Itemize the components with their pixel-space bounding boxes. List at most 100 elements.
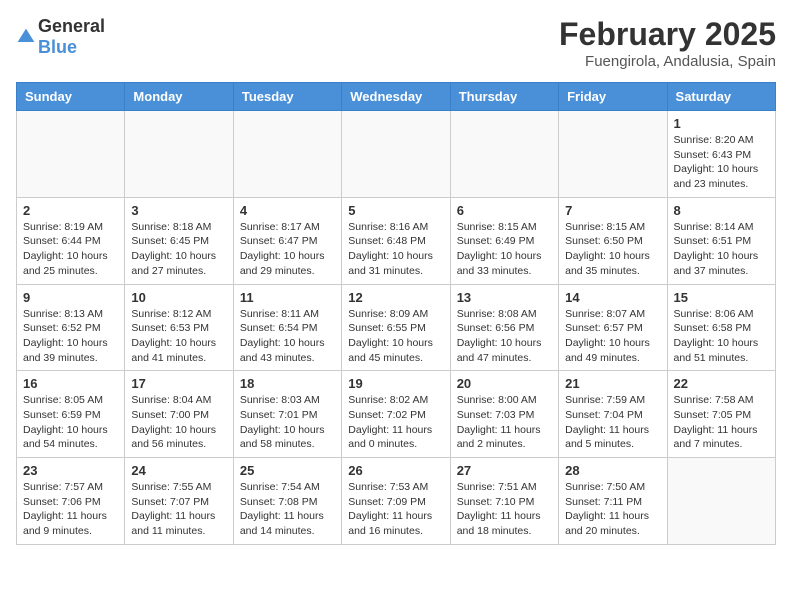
day-number: 8 (674, 203, 769, 218)
day-number: 3 (131, 203, 226, 218)
day-cell: 28 Sunrise: 7:50 AM Sunset: 7:11 PM Dayli… (559, 458, 667, 545)
day-info: Sunrise: 7:50 AM Sunset: 7:11 PM Dayligh… (565, 480, 660, 539)
day-info: Sunrise: 8:20 AM Sunset: 6:43 PM Dayligh… (674, 133, 769, 192)
day-cell: 16Sunrise: 8:05 AM Sunset: 6:59 PM Dayli… (17, 371, 125, 458)
day-number: 11 (240, 290, 335, 305)
day-cell: 11 Sunrise: 8:11 AM Sunset: 6:54 PM Dayli… (233, 284, 341, 371)
day-number: 25 (240, 463, 335, 478)
day-cell: 7Sunrise: 8:15 AM Sunset: 6:50 PM Daylig… (559, 197, 667, 284)
day-cell: 22Sunrise: 7:58 AM Sunset: 7:05 PM Dayli… (667, 371, 775, 458)
day-cell: 9 Sunrise: 8:13 AM Sunset: 6:52 PM Daylig… (17, 284, 125, 371)
day-info: Sunrise: 8:08 AM Sunset: 6:56 PM Dayligh… (457, 307, 552, 366)
day-cell: 23 Sunrise: 7:57 AM Sunset: 7:06 PM Dayli… (17, 458, 125, 545)
weekday-header-row: SundayMondayTuesdayWednesdayThursdayFrid… (17, 83, 776, 111)
weekday-header-monday: Monday (125, 83, 233, 111)
day-cell: 21 Sunrise: 7:59 AM Sunset: 7:04 PM Dayli… (559, 371, 667, 458)
day-cell: 25 Sunrise: 7:54 AM Sunset: 7:08 PM Dayli… (233, 458, 341, 545)
week-row-4: 16Sunrise: 8:05 AM Sunset: 6:59 PM Dayli… (17, 371, 776, 458)
day-number: 2 (23, 203, 118, 218)
weekday-header-saturday: Saturday (667, 83, 775, 111)
weekday-header-friday: Friday (559, 83, 667, 111)
day-info: Sunrise: 8:02 AM Sunset: 7:02 PM Dayligh… (348, 393, 443, 452)
day-cell: 27 Sunrise: 7:51 AM Sunset: 7:10 PM Dayli… (450, 458, 558, 545)
day-info: Sunrise: 8:00 AM Sunset: 7:03 PM Dayligh… (457, 393, 552, 452)
day-info: Sunrise: 7:53 AM Sunset: 7:09 PM Dayligh… (348, 480, 443, 539)
day-cell: 20 Sunrise: 8:00 AM Sunset: 7:03 PM Dayli… (450, 371, 558, 458)
logo-icon (16, 27, 36, 47)
day-info: Sunrise: 8:14 AM Sunset: 6:51 PM Dayligh… (674, 220, 769, 279)
day-number: 21 (565, 376, 660, 391)
day-number: 16 (23, 376, 118, 391)
day-info: Sunrise: 8:19 AM Sunset: 6:44 PM Dayligh… (23, 220, 118, 279)
day-info: Sunrise: 8:12 AM Sunset: 6:53 PM Dayligh… (131, 307, 226, 366)
day-cell: 24Sunrise: 7:55 AM Sunset: 7:07 PM Dayli… (125, 458, 233, 545)
day-cell: 26 Sunrise: 7:53 AM Sunset: 7:09 PM Dayli… (342, 458, 450, 545)
logo: General Blue (16, 16, 105, 58)
day-number: 14 (565, 290, 660, 305)
day-info: Sunrise: 7:55 AM Sunset: 7:07 PM Dayligh… (131, 480, 226, 539)
day-number: 19 (348, 376, 443, 391)
day-cell: 17 Sunrise: 8:04 AM Sunset: 7:00 PM Dayli… (125, 371, 233, 458)
day-number: 13 (457, 290, 552, 305)
day-number: 28 (565, 463, 660, 478)
day-cell (450, 111, 558, 198)
day-number: 22 (674, 376, 769, 391)
day-number: 17 (131, 376, 226, 391)
day-number: 9 (23, 290, 118, 305)
day-cell: 10 Sunrise: 8:12 AM Sunset: 6:53 PM Dayli… (125, 284, 233, 371)
day-info: Sunrise: 8:18 AM Sunset: 6:45 PM Dayligh… (131, 220, 226, 279)
day-info: Sunrise: 8:07 AM Sunset: 6:57 PM Dayligh… (565, 307, 660, 366)
day-cell: 3 Sunrise: 8:18 AM Sunset: 6:45 PM Daylig… (125, 197, 233, 284)
day-number: 23 (23, 463, 118, 478)
day-number: 1 (674, 116, 769, 131)
day-number: 10 (131, 290, 226, 305)
day-cell: 15Sunrise: 8:06 AM Sunset: 6:58 PM Dayli… (667, 284, 775, 371)
day-cell: 1 Sunrise: 8:20 AM Sunset: 6:43 PM Daylig… (667, 111, 775, 198)
day-info: Sunrise: 8:16 AM Sunset: 6:48 PM Dayligh… (348, 220, 443, 279)
day-cell: 5Sunrise: 8:16 AM Sunset: 6:48 PM Daylig… (342, 197, 450, 284)
day-cell (125, 111, 233, 198)
weekday-header-sunday: Sunday (17, 83, 125, 111)
day-cell: 14 Sunrise: 8:07 AM Sunset: 6:57 PM Dayli… (559, 284, 667, 371)
day-cell (342, 111, 450, 198)
day-info: Sunrise: 8:03 AM Sunset: 7:01 PM Dayligh… (240, 393, 335, 452)
day-info: Sunrise: 8:15 AM Sunset: 6:49 PM Dayligh… (457, 220, 552, 279)
day-cell: 12 Sunrise: 8:09 AM Sunset: 6:55 PM Dayli… (342, 284, 450, 371)
calendar-table: SundayMondayTuesdayWednesdayThursdayFrid… (16, 82, 776, 545)
day-info: Sunrise: 7:54 AM Sunset: 7:08 PM Dayligh… (240, 480, 335, 539)
page-header: General Blue February 2025 Fuengirola, A… (16, 16, 776, 70)
weekday-header-thursday: Thursday (450, 83, 558, 111)
day-cell: 2 Sunrise: 8:19 AM Sunset: 6:44 PM Daylig… (17, 197, 125, 284)
day-info: Sunrise: 8:17 AM Sunset: 6:47 PM Dayligh… (240, 220, 335, 279)
day-info: Sunrise: 8:09 AM Sunset: 6:55 PM Dayligh… (348, 307, 443, 366)
week-row-3: 9 Sunrise: 8:13 AM Sunset: 6:52 PM Daylig… (17, 284, 776, 371)
day-number: 7 (565, 203, 660, 218)
title-block: February 2025 Fuengirola, Andalusia, Spa… (559, 16, 776, 70)
weekday-header-tuesday: Tuesday (233, 83, 341, 111)
day-cell: 13 Sunrise: 8:08 AM Sunset: 6:56 PM Dayli… (450, 284, 558, 371)
logo-general: General (38, 16, 105, 36)
day-number: 26 (348, 463, 443, 478)
day-info: Sunrise: 8:06 AM Sunset: 6:58 PM Dayligh… (674, 307, 769, 366)
day-cell: 8 Sunrise: 8:14 AM Sunset: 6:51 PM Daylig… (667, 197, 775, 284)
day-number: 18 (240, 376, 335, 391)
day-cell: 18 Sunrise: 8:03 AM Sunset: 7:01 PM Dayli… (233, 371, 341, 458)
day-info: Sunrise: 8:11 AM Sunset: 6:54 PM Dayligh… (240, 307, 335, 366)
day-number: 20 (457, 376, 552, 391)
day-info: Sunrise: 7:51 AM Sunset: 7:10 PM Dayligh… (457, 480, 552, 539)
logo-text: General Blue (38, 16, 105, 58)
day-info: Sunrise: 7:57 AM Sunset: 7:06 PM Dayligh… (23, 480, 118, 539)
day-info: Sunrise: 8:04 AM Sunset: 7:00 PM Dayligh… (131, 393, 226, 452)
day-cell: 19 Sunrise: 8:02 AM Sunset: 7:02 PM Dayli… (342, 371, 450, 458)
day-number: 12 (348, 290, 443, 305)
day-cell (17, 111, 125, 198)
logo-blue: Blue (38, 37, 77, 57)
week-row-5: 23 Sunrise: 7:57 AM Sunset: 7:06 PM Dayli… (17, 458, 776, 545)
weekday-header-wednesday: Wednesday (342, 83, 450, 111)
location-title: Fuengirola, Andalusia, Spain (559, 53, 776, 70)
day-number: 4 (240, 203, 335, 218)
day-info: Sunrise: 7:59 AM Sunset: 7:04 PM Dayligh… (565, 393, 660, 452)
day-number: 27 (457, 463, 552, 478)
day-info: Sunrise: 8:13 AM Sunset: 6:52 PM Dayligh… (23, 307, 118, 366)
day-cell (233, 111, 341, 198)
